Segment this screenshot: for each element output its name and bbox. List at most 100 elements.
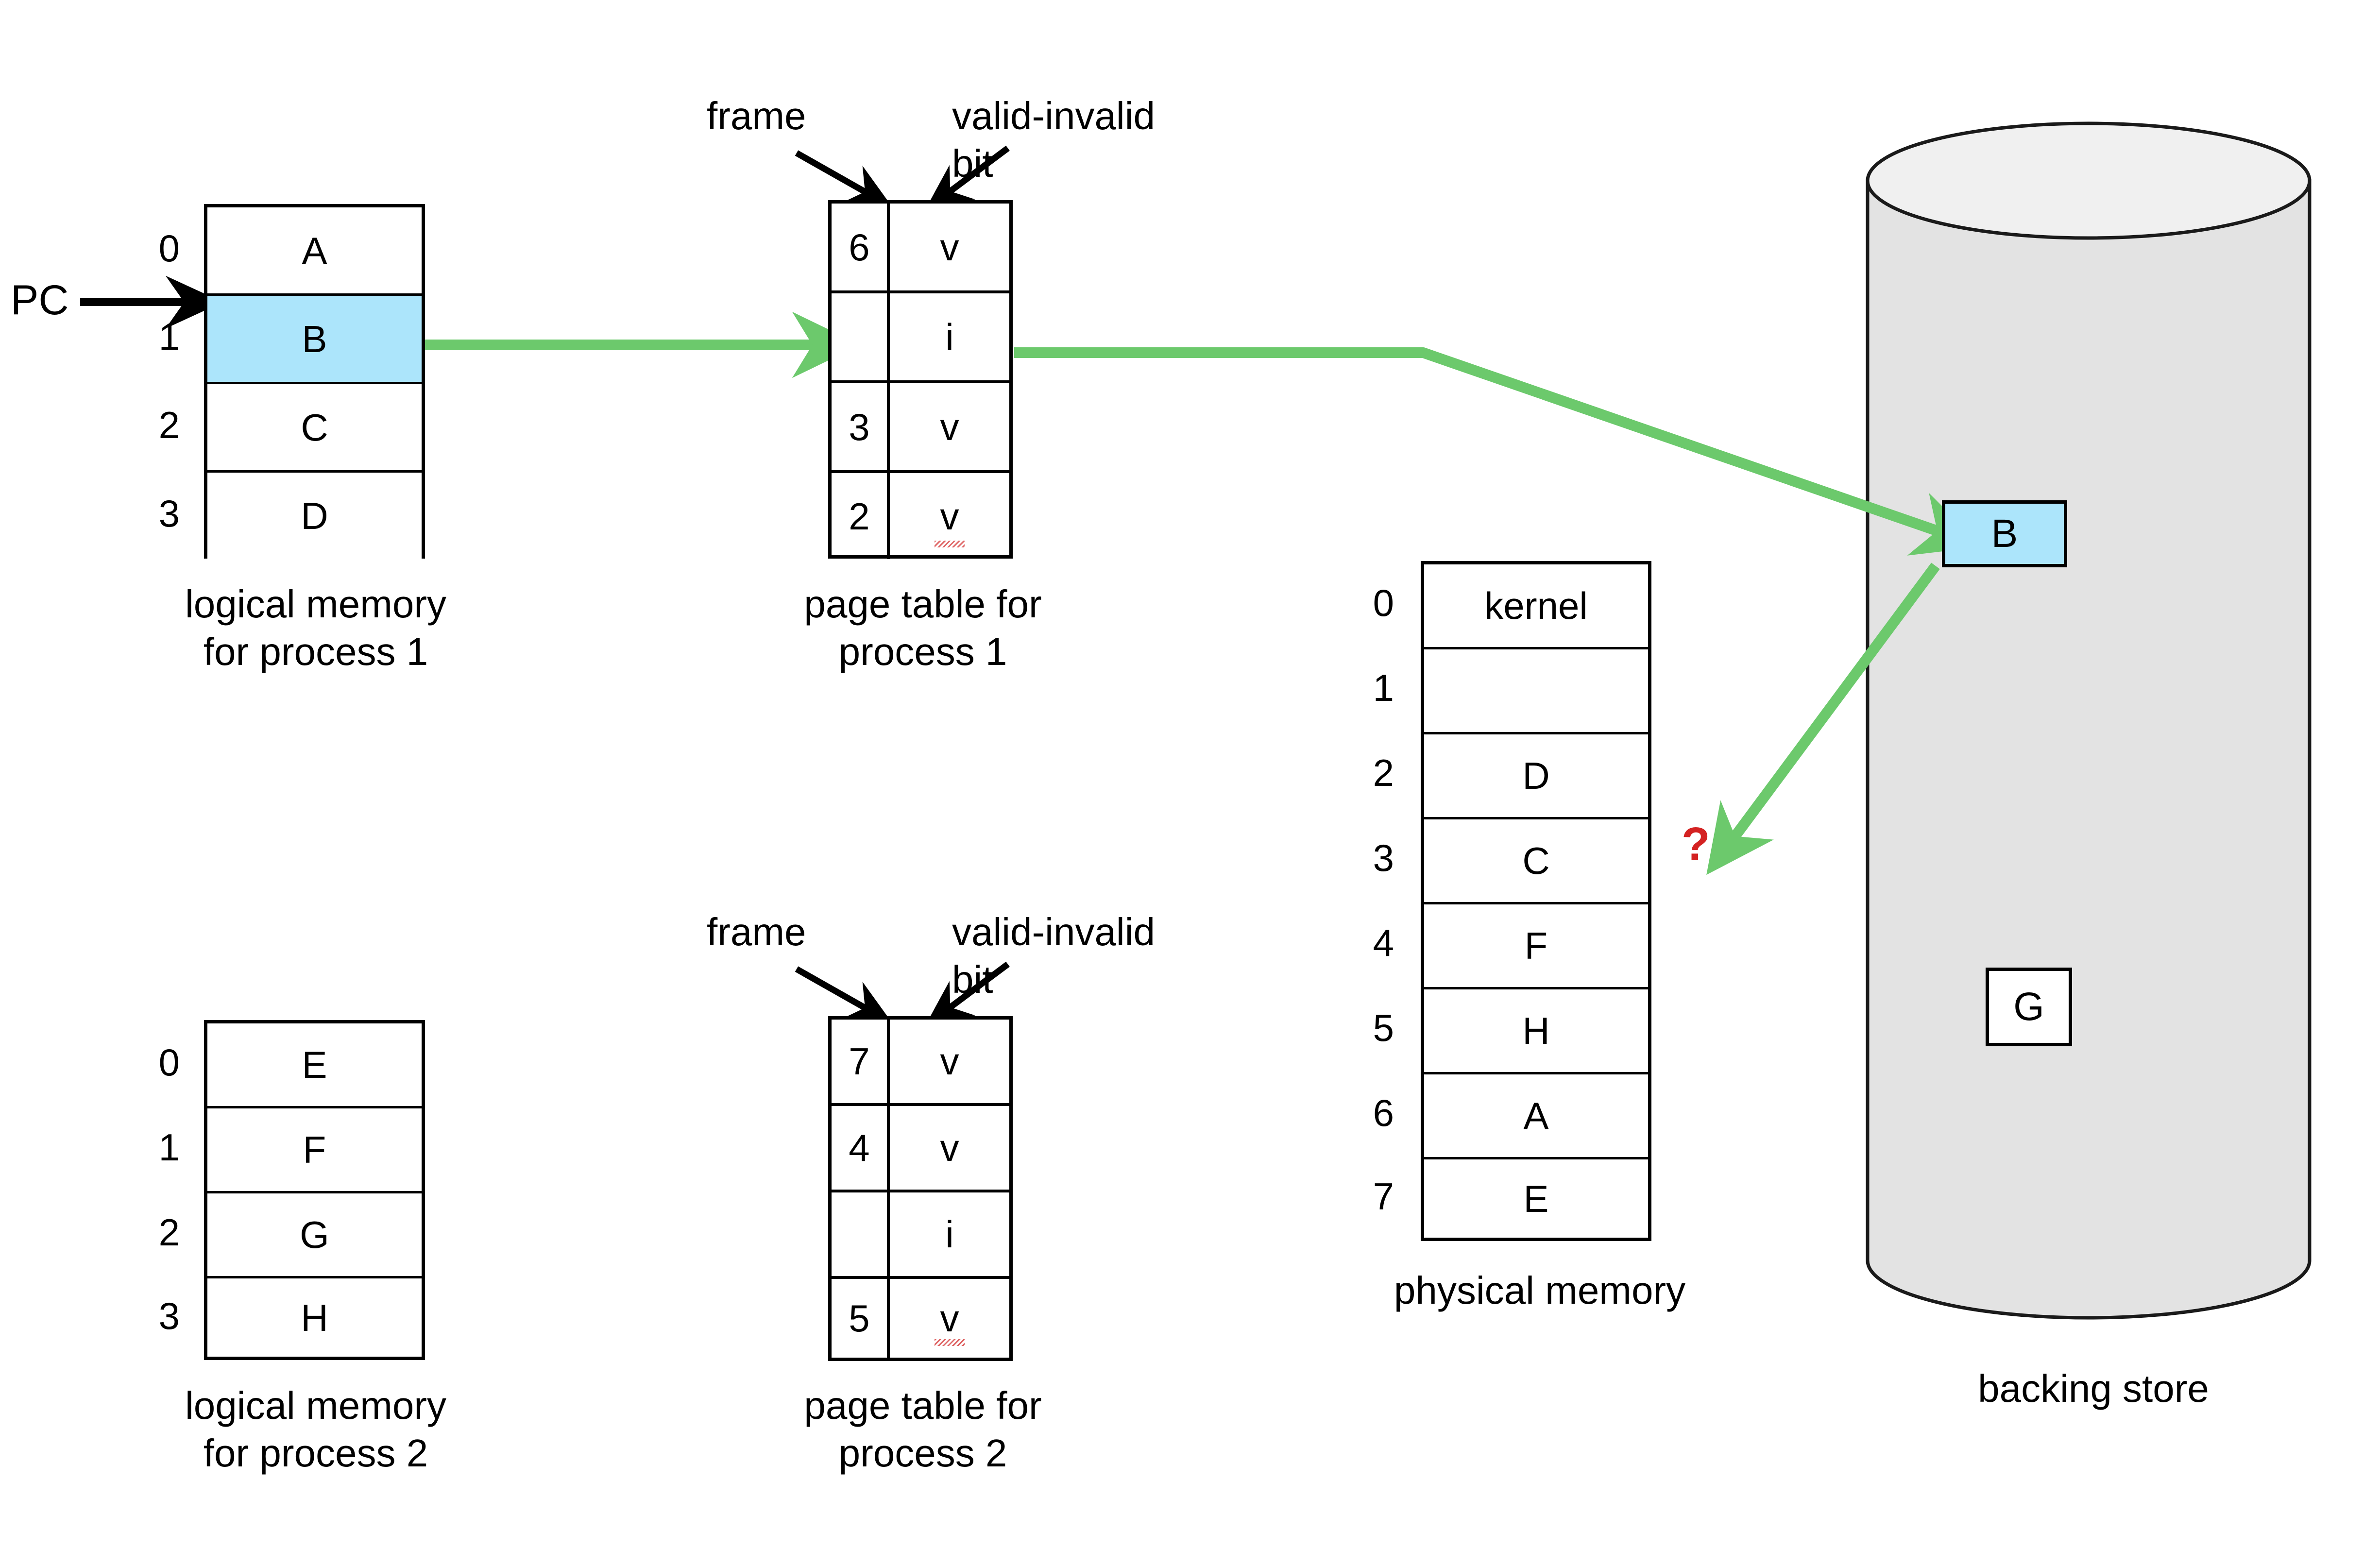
table-row: kernel bbox=[1424, 564, 1648, 649]
backing-store-page-g: G bbox=[1986, 968, 2072, 1046]
row-index: 7 bbox=[1373, 1175, 1394, 1218]
page-value: B bbox=[1991, 511, 2018, 556]
diagram-canvas: PC A B C D 0 1 2 3 logical memory for pr… bbox=[0, 0, 2380, 1549]
row-index: 0 bbox=[158, 227, 180, 270]
table-row bbox=[1424, 649, 1648, 734]
logical-memory-process-2-caption: logical memory for process 2 bbox=[185, 1384, 446, 1475]
valid-bit-cell: v bbox=[940, 225, 959, 269]
table-row: F bbox=[207, 1108, 422, 1193]
frame-value: D bbox=[1522, 754, 1550, 797]
table-row: C bbox=[1424, 819, 1648, 904]
logical-memory-process-1-table: A B C D bbox=[204, 204, 425, 559]
frame-value: kernel bbox=[1484, 584, 1588, 627]
table-row: F bbox=[1424, 904, 1648, 989]
row-index: 3 bbox=[158, 1294, 180, 1337]
frame-cell: 5 bbox=[832, 1279, 890, 1358]
valid-bit-cell: i bbox=[945, 315, 954, 358]
valid-bit-cell: v bbox=[890, 473, 1009, 559]
valid-bit-cell: i bbox=[945, 1213, 954, 1256]
cell-value: G bbox=[300, 1213, 329, 1256]
row-index: 0 bbox=[158, 1041, 180, 1084]
table-row: i bbox=[832, 293, 1009, 383]
table-row: 3 v bbox=[832, 383, 1009, 473]
table-row: C bbox=[207, 384, 422, 473]
frame-cell: 6 bbox=[832, 204, 890, 290]
cell-value: F bbox=[303, 1128, 326, 1171]
valid-bit-label-2: valid-invalid bit bbox=[952, 910, 1155, 1001]
backing-store-cylinder bbox=[1866, 121, 2312, 1320]
table-row: 6 v bbox=[832, 204, 1009, 293]
row-index: 2 bbox=[158, 404, 180, 446]
table-row: i bbox=[832, 1192, 1009, 1279]
valid-bit-cell: v bbox=[890, 1279, 1009, 1358]
page-table-process-1: 6 v i 3 v 2 v bbox=[828, 200, 1013, 559]
logical-memory-process-2-table: E F G H bbox=[204, 1020, 425, 1360]
page-table-process-1-caption: page table for process 1 bbox=[804, 582, 1042, 673]
frame-value: H bbox=[1522, 1009, 1550, 1052]
frame-cell: 7 bbox=[832, 1020, 890, 1103]
frame-cell: 2 bbox=[832, 473, 890, 559]
logical-memory-process-1-caption: logical memory for process 1 bbox=[185, 582, 446, 673]
physical-memory-table: kernel D C F H A E bbox=[1421, 561, 1651, 1241]
frame-value: F bbox=[1524, 924, 1548, 967]
table-row: 5 v bbox=[832, 1279, 1009, 1358]
spellcheck-squiggle-icon bbox=[935, 1339, 965, 1346]
frame-value: C bbox=[1522, 839, 1550, 882]
row-index: 3 bbox=[158, 492, 180, 535]
row-index: 0 bbox=[1373, 581, 1394, 624]
table-row: 7 v bbox=[832, 1020, 1009, 1106]
frame-cell: 3 bbox=[832, 383, 890, 470]
table-row: 2 v bbox=[832, 473, 1009, 559]
physical-memory-caption: physical memory bbox=[1394, 1269, 1686, 1312]
page-table-process-2-caption: page table for process 2 bbox=[804, 1384, 1042, 1475]
table-row: D bbox=[1424, 734, 1648, 819]
valid-bit-cell: v bbox=[940, 405, 959, 448]
cell-value: D bbox=[301, 494, 328, 537]
frame-label-2: frame bbox=[707, 910, 806, 953]
green-arrow-pagetable-to-backingstore bbox=[1014, 347, 1983, 556]
backing-store-page-b: B bbox=[1942, 500, 2067, 567]
cell-value: H bbox=[301, 1296, 328, 1339]
frame-cell: 4 bbox=[832, 1106, 890, 1190]
spellcheck-squiggle-icon bbox=[935, 541, 965, 547]
table-row: A bbox=[207, 207, 422, 296]
frame-cell bbox=[832, 1192, 890, 1276]
frame-label-arrow-1 bbox=[795, 150, 893, 207]
table-row: H bbox=[207, 1278, 422, 1357]
cell-value: A bbox=[302, 229, 327, 272]
frame-label-1: frame bbox=[707, 94, 806, 137]
page-fault-question-marker: ? bbox=[1682, 818, 1710, 870]
cell-value: B bbox=[302, 317, 327, 360]
frame-value: A bbox=[1523, 1094, 1549, 1137]
row-index: 5 bbox=[1373, 1006, 1394, 1049]
table-row: D bbox=[207, 473, 422, 559]
cell-value: E bbox=[302, 1043, 327, 1086]
valid-bit-text: v bbox=[940, 494, 959, 538]
valid-bit-label-1: valid-invalid bit bbox=[952, 94, 1155, 185]
table-row: H bbox=[1424, 989, 1648, 1074]
row-index: 4 bbox=[1373, 921, 1394, 964]
table-row: G bbox=[207, 1193, 422, 1278]
table-row: A bbox=[1424, 1074, 1648, 1159]
cell-value: C bbox=[301, 406, 328, 449]
backing-store-caption: backing store bbox=[1978, 1367, 2209, 1410]
row-index: 2 bbox=[1373, 751, 1394, 794]
valid-bit-cell: v bbox=[940, 1126, 959, 1169]
green-arrow-backingstore-to-fault bbox=[1706, 562, 1940, 875]
row-index: 1 bbox=[1373, 666, 1394, 709]
table-row: E bbox=[1424, 1159, 1648, 1238]
row-index: 3 bbox=[1373, 836, 1394, 879]
table-row: B bbox=[207, 296, 422, 384]
table-row: E bbox=[207, 1023, 422, 1108]
row-index: 1 bbox=[158, 315, 180, 358]
valid-bit-cell: v bbox=[940, 1040, 959, 1083]
row-index: 2 bbox=[158, 1211, 180, 1254]
row-index: 1 bbox=[158, 1126, 180, 1169]
frame-label-arrow-2 bbox=[795, 966, 893, 1023]
frame-value: E bbox=[1523, 1177, 1549, 1220]
page-value: G bbox=[2013, 985, 2044, 1029]
valid-bit-text: v bbox=[940, 1297, 959, 1340]
table-row: 4 v bbox=[832, 1106, 1009, 1192]
row-index: 6 bbox=[1373, 1091, 1394, 1134]
frame-cell bbox=[832, 293, 890, 380]
